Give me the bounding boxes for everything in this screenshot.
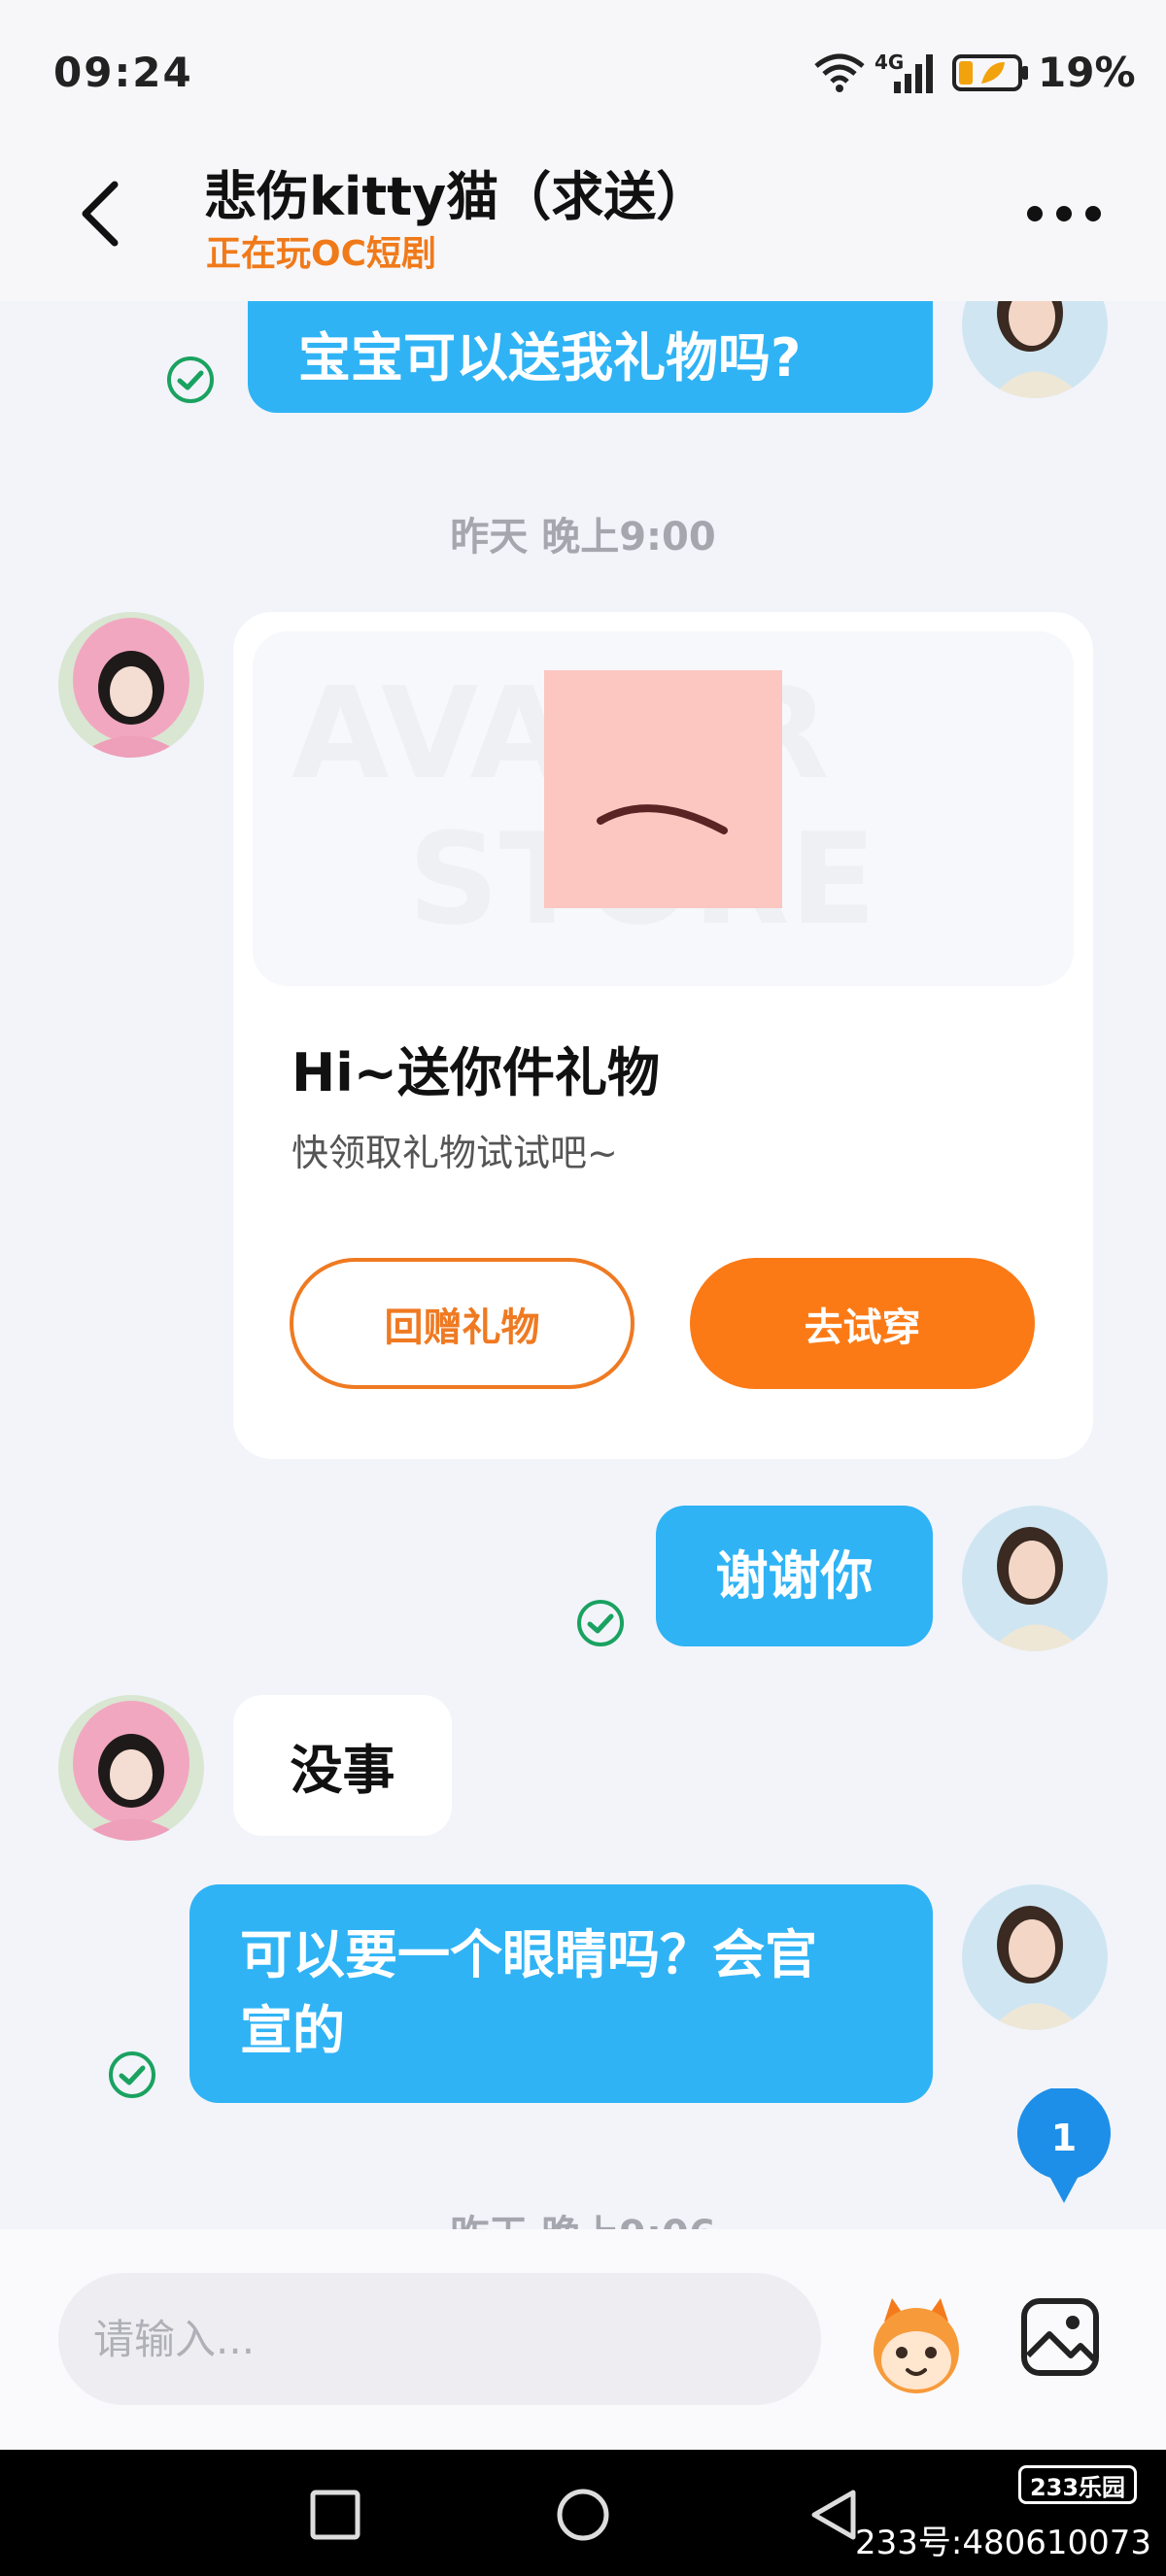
- time-separator: 昨天 晚上9:00: [450, 515, 716, 559]
- message-bubble-received[interactable]: 没事: [233, 1695, 452, 1836]
- return-gift-button[interactable]: 回赠礼物: [290, 1258, 634, 1389]
- signal-icon: [894, 54, 933, 93]
- my-avatar[interactable]: [962, 301, 1108, 398]
- message-text-line-2: 宣的: [240, 2000, 345, 2061]
- read-check-icon: [109, 2051, 155, 2098]
- watermark-id: 233号:480610073: [855, 2524, 1152, 2562]
- my-avatar[interactable]: [962, 1884, 1108, 2030]
- time-separator: 昨天 晚上9:06: [0, 2203, 1166, 2229]
- contact-avatar[interactable]: [58, 1695, 204, 1841]
- message-input[interactable]: [58, 2273, 821, 2405]
- return-gift-label: 回赠礼物: [384, 1305, 540, 1350]
- unread-count-badge[interactable]: 1: [1015, 2088, 1113, 2205]
- try-on-label: 去试穿: [804, 1305, 921, 1350]
- unread-count-text: 1: [1051, 2117, 1077, 2159]
- contact-avatar[interactable]: [58, 612, 204, 758]
- read-check-icon: [577, 1600, 624, 1646]
- emoji-sticker-icon[interactable]: [863, 2292, 970, 2399]
- message-bubble-sent[interactable]: 可以要一个眼睛吗？会官 宣的: [189, 1884, 933, 2103]
- wifi-icon: [814, 53, 865, 92]
- message-text-line-1: 可以要一个眼睛吗？会官: [240, 1924, 817, 1985]
- message-text: 谢谢你: [715, 1544, 874, 1607]
- home-icon[interactable]: [555, 2487, 611, 2543]
- chat-title: 悲伤kitty猫（求送）: [204, 166, 709, 227]
- message-bubble-sent[interactable]: 宝宝可以送我礼物吗?: [248, 301, 933, 413]
- message-text: 没事: [290, 1740, 395, 1801]
- chat-subtitle: 正在玩OC短剧: [206, 234, 437, 274]
- my-avatar[interactable]: [962, 1506, 1108, 1651]
- back-nav-icon[interactable]: [806, 2487, 859, 2543]
- gift-title: Hi~送你件礼物: [292, 1042, 660, 1103]
- gift-card[interactable]: AVATAR STORE Hi~送你件礼物 快领取礼物试试吧~ 回赠礼物 去试穿: [233, 612, 1093, 1459]
- battery-percent: 19%: [1038, 49, 1136, 96]
- more-options-icon[interactable]: [1020, 194, 1108, 233]
- read-check-icon: [167, 356, 214, 403]
- try-on-button[interactable]: 去试穿: [690, 1258, 1035, 1389]
- image-picker-icon[interactable]: [1020, 2297, 1100, 2377]
- message-text: 宝宝可以送我礼物吗?: [298, 327, 802, 389]
- status-time: 09:24: [53, 49, 193, 96]
- gift-preview-image: AVATAR STORE: [253, 631, 1074, 986]
- gift-description: 快领取礼物试试吧~: [292, 1132, 618, 1174]
- back-button[interactable]: [68, 175, 136, 253]
- watermark-logo: 233乐园: [1018, 2465, 1137, 2504]
- battery-icon: [952, 54, 1028, 91]
- recent-apps-icon[interactable]: [309, 2489, 361, 2541]
- message-bubble-sent[interactable]: 谢谢你: [656, 1506, 933, 1646]
- chat-message-list[interactable]: 宝宝可以送我礼物吗? 昨天 晚上9:00 AVATAR STORE: [0, 301, 1166, 2229]
